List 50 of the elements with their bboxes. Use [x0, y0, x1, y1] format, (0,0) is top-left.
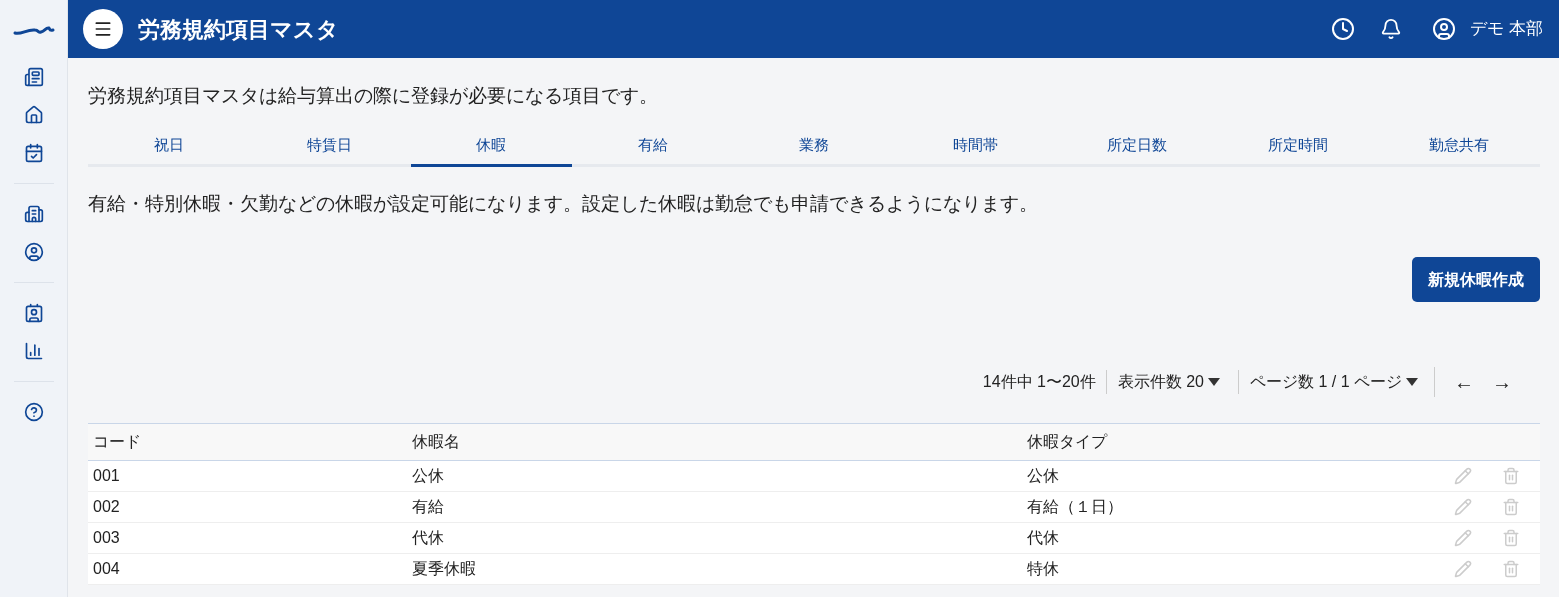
- page-dropdown[interactable]: ページ数 1 / 1 ページ: [1237, 370, 1434, 394]
- tab-description: 有給・特別休暇・欠勤などの休暇が設定可能になります。設定した休暇は勤怠でも申請できるようになります。: [88, 191, 1039, 216]
- table-cell-text: 公休: [411, 466, 445, 486]
- table-cell-text: 特休: [1026, 559, 1060, 579]
- id-card-icon[interactable]: [23, 303, 44, 323]
- per-page-dropdown[interactable]: 表示件数 20: [1105, 370, 1238, 394]
- tab[interactable]: 時間帯: [894, 126, 1056, 167]
- caret-icon: [1207, 378, 1220, 386]
- user-icon[interactable]: [23, 242, 44, 262]
- tab[interactable]: 祝日: [88, 126, 250, 167]
- tab[interactable]: 有給: [572, 126, 734, 167]
- tab[interactable]: 業務: [733, 126, 895, 167]
- news-icon[interactable]: [23, 67, 44, 87]
- help-icon[interactable]: [23, 402, 44, 422]
- table-cell-text: 003: [92, 528, 121, 548]
- clock-icon[interactable]: [1331, 17, 1356, 41]
- prev-page-button[interactable]: ←: [1434, 367, 1474, 397]
- table-cell-text: 002: [92, 497, 121, 517]
- table-cell-text: 有給（１日）: [1026, 497, 1124, 517]
- tab[interactable]: 特賃日: [249, 126, 411, 167]
- table-cell-text: 公休: [1026, 466, 1060, 486]
- tab[interactable]: 所定時間: [1217, 126, 1379, 167]
- table-cell-text: 夏季休暇: [411, 559, 477, 579]
- column-header: 休暇名: [411, 432, 461, 452]
- page-description: 労務規約項目マスタは給与算出の際に登録が必要になる項目です。: [88, 84, 659, 108]
- home-icon[interactable]: [23, 105, 44, 125]
- user-icon: [1432, 17, 1457, 41]
- bell-icon[interactable]: [1380, 18, 1403, 40]
- menu-button[interactable]: [83, 9, 123, 49]
- user-name: デモ 本部: [1470, 18, 1543, 41]
- tab[interactable]: 勤怠共有: [1378, 126, 1540, 167]
- column-header: コード: [92, 432, 142, 452]
- user-menu[interactable]: デモ 本部: [1432, 16, 1543, 42]
- create-button[interactable]: 新規休暇作成: [1412, 257, 1540, 302]
- tab[interactable]: 休暇: [410, 126, 572, 167]
- table-cell-text: 001: [92, 466, 121, 486]
- bar-chart-icon[interactable]: [23, 341, 44, 361]
- caret-icon: [1406, 378, 1418, 386]
- table-cell-text: 有給: [411, 497, 445, 517]
- page-title: 労務規約項目マスタ: [138, 15, 339, 44]
- column-header: 休暇タイプ: [1026, 432, 1109, 452]
- result-count: 14件中 1〜20件: [982, 372, 1097, 392]
- table-cell-text: 代休: [1026, 528, 1060, 548]
- next-page-button[interactable]: →: [1492, 367, 1512, 397]
- tab[interactable]: 所定日数: [1055, 126, 1218, 167]
- table-cell-text: 004: [92, 559, 121, 579]
- calendar-icon[interactable]: [23, 143, 44, 163]
- building-icon[interactable]: [23, 204, 44, 224]
- menu-icon: [93, 19, 113, 39]
- table-cell-text: 代休: [411, 528, 445, 548]
